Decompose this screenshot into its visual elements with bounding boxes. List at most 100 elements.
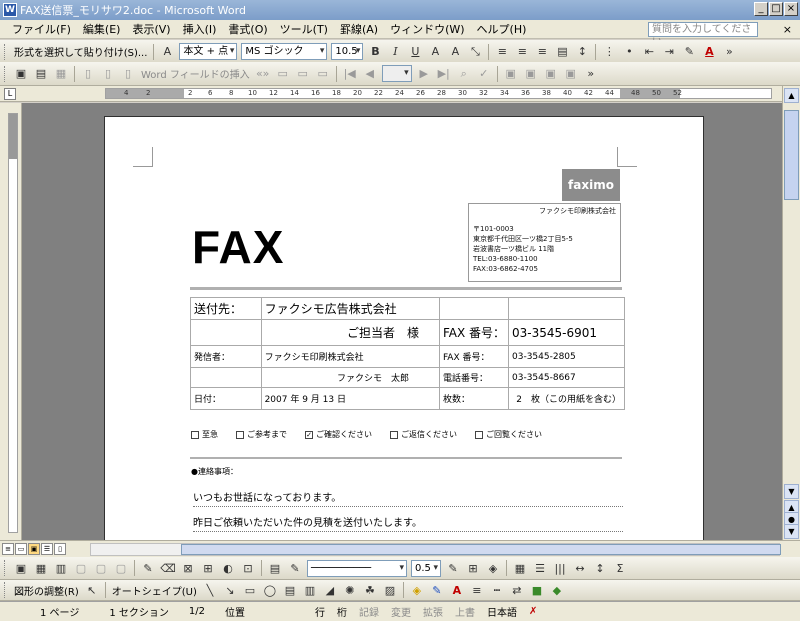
menu-edit[interactable]: 編集(E) [77, 21, 127, 37]
document-canvas[interactable]: faximo ファクシモ印刷株式会社 〒101-0003 東京都千代田区一ツ橋2… [22, 103, 782, 540]
textbox-icon[interactable]: ▤ [266, 559, 284, 577]
eraser-icon[interactable]: ⌫ [159, 559, 177, 577]
vertical-scrollbar[interactable]: ▲ ▼ ▲ ● ▼ [782, 86, 800, 540]
dash-style-icon[interactable]: ┅ [488, 581, 506, 599]
border-color-icon[interactable]: ✎ [444, 559, 462, 577]
print-layout-icon[interactable]: ▣ [28, 543, 40, 555]
menu-table[interactable]: 罫線(A) [334, 21, 384, 37]
arrow-icon[interactable]: ↘ [221, 581, 239, 599]
to-person[interactable]: ご担当者 様 [260, 319, 440, 346]
shading-icon[interactable]: ◐ [219, 559, 237, 577]
merge-to-email-icon[interactable]: ▣ [542, 65, 560, 83]
checkbox-icon[interactable] [475, 430, 483, 439]
font-size-select[interactable]: 10.5 [331, 43, 364, 60]
highlight-fields-icon[interactable]: ▭ [274, 65, 292, 83]
from-fax[interactable]: 03-3545-2805 [508, 345, 625, 368]
view-merged-icon[interactable]: «» [254, 65, 272, 83]
check-confirm[interactable]: ✓ ご確認ください [305, 429, 372, 440]
menu-view[interactable]: 表示(V) [126, 21, 176, 37]
paste-special-button[interactable]: 形式を選択して貼り付け(S)... [11, 44, 150, 59]
toolbar-options-icon-2[interactable]: » [582, 65, 600, 83]
sum-icon[interactable]: Σ [611, 559, 629, 577]
picture-icon[interactable]: ▨ [381, 581, 399, 599]
pages-value[interactable]: 2 枚（この用紙を含む） [508, 387, 625, 410]
check-urgent[interactable]: 至急 [191, 429, 218, 440]
char-border-icon[interactable]: A [426, 43, 444, 61]
last-record-icon[interactable]: ▶| [435, 65, 453, 83]
status-ovr[interactable]: 上書 [449, 604, 481, 619]
fill-bucket-icon[interactable]: ◈ [408, 581, 426, 599]
outline-view-icon[interactable]: ☰ [41, 543, 53, 555]
scroll-thumb[interactable] [784, 110, 799, 200]
recipients-icon[interactable]: ▦ [52, 65, 70, 83]
table-icon[interactable]: ▦ [32, 559, 50, 577]
arrow-style-icon[interactable]: ⇄ [508, 581, 526, 599]
merge-cells-icon[interactable]: ⊠ [179, 559, 197, 577]
menu-insert[interactable]: 挿入(I) [177, 21, 223, 37]
fax-header-table[interactable]: 送付先： ファクシモ広告株式会社 ご担当者 様 FAX 番号： 03-3545-… [190, 297, 625, 410]
merge-to-fax-icon[interactable]: ▣ [562, 65, 580, 83]
align-justify-icon[interactable]: ≡ [493, 43, 511, 61]
line-style-icon[interactable]: ≡ [468, 581, 486, 599]
autoshapes-menu[interactable]: オートシェイプ(U) [109, 583, 200, 598]
normal-view-icon[interactable]: ≡ [2, 543, 14, 555]
align-cell-icon[interactable]: ⊡ [239, 559, 257, 577]
close-button[interactable]: × [784, 2, 798, 16]
rectangle-icon[interactable]: ▭ [241, 581, 259, 599]
char-shading-icon[interactable]: A [446, 43, 464, 61]
bullets-icon[interactable]: • [620, 43, 638, 61]
frame-delete-icon[interactable]: ▢ [112, 559, 130, 577]
borders-icon[interactable]: ⊞ [464, 559, 482, 577]
italic-button[interactable]: I [386, 43, 404, 61]
columns-icon[interactable]: ▥ [52, 559, 70, 577]
clipart-icon[interactable]: ☘ [361, 581, 379, 599]
check-errors-icon[interactable]: ✓ [475, 65, 493, 83]
spelling-status-icon[interactable]: ✗ [523, 606, 543, 617]
phone-number[interactable]: 03-3545-8667 [508, 367, 625, 388]
greeting-line-icon[interactable]: ▯ [99, 65, 117, 83]
fill-color-icon[interactable]: ◈ [484, 559, 502, 577]
toolbar-options-icon[interactable]: » [720, 43, 738, 61]
distribute-cols-icon[interactable]: ||| [551, 559, 569, 577]
frame-icon[interactable]: ▣ [12, 559, 30, 577]
hscroll-thumb[interactable] [181, 544, 781, 555]
line-icon[interactable]: ╲ [201, 581, 219, 599]
checkbox-icon[interactable] [191, 430, 199, 439]
wordart-icon[interactable]: ◢ [321, 581, 339, 599]
main-doc-setup-icon[interactable]: ▣ [12, 65, 30, 83]
to-company[interactable]: ファクシモ広告株式会社 [260, 297, 440, 320]
note-line[interactable]: いつもお世話になっております。 [193, 489, 623, 507]
minimize-button[interactable]: _ [754, 2, 768, 16]
oval-icon[interactable]: ◯ [261, 581, 279, 599]
menu-tools[interactable]: ツール(T) [274, 21, 334, 37]
open-data-source-icon[interactable]: ▤ [32, 65, 50, 83]
fax-number[interactable]: 03-3545-6901 [508, 319, 625, 346]
check-reference[interactable]: ご参考まで [236, 429, 287, 440]
scroll-up-icon[interactable]: ▲ [784, 88, 799, 103]
note-line[interactable]: 昨日ご依頼いただいた件の見積を送付いたします。 [193, 514, 623, 532]
frame-props-icon[interactable]: ▢ [72, 559, 90, 577]
status-ext[interactable]: 拡張 [417, 604, 449, 619]
find-entry-icon[interactable]: ⌕ [455, 65, 473, 83]
checkbox-icon[interactable] [236, 430, 244, 439]
vertical-ruler[interactable] [0, 103, 22, 540]
horizontal-scrollbar[interactable]: ≡ ▭ ▣ ☰ ▯ [0, 540, 800, 557]
shadow-icon[interactable]: ■ [528, 581, 546, 599]
select-objects-icon[interactable]: ↖ [83, 581, 101, 599]
style-select[interactable]: 本文 + 点 [179, 43, 238, 60]
check-reply[interactable]: ご返信ください [390, 429, 457, 440]
split-cells-icon[interactable]: ⊞ [199, 559, 217, 577]
numbering-icon[interactable]: ⋮ [600, 43, 618, 61]
sort-icon[interactable]: ↕ [591, 559, 609, 577]
align-center-icon[interactable]: ≡ [513, 43, 531, 61]
address-block-icon[interactable]: ▯ [79, 65, 97, 83]
sender-address-box[interactable]: ファクシモ印刷株式会社 〒101-0003 東京都千代田区一ツ橋2丁目5-5 岩… [468, 203, 621, 282]
line-style-select[interactable]: ────────── [307, 559, 407, 577]
checked-checkbox-icon[interactable]: ✓ [305, 430, 313, 439]
font-select[interactable]: MS ゴシック [241, 43, 328, 60]
styles-pane-icon[interactable]: A [158, 43, 176, 61]
highlight-icon[interactable]: ✎ [680, 43, 698, 61]
insert-table-icon[interactable]: ▦ [511, 559, 529, 577]
document-close-icon[interactable]: × [783, 23, 792, 36]
scroll-down-icon[interactable]: ▼ [784, 484, 799, 499]
